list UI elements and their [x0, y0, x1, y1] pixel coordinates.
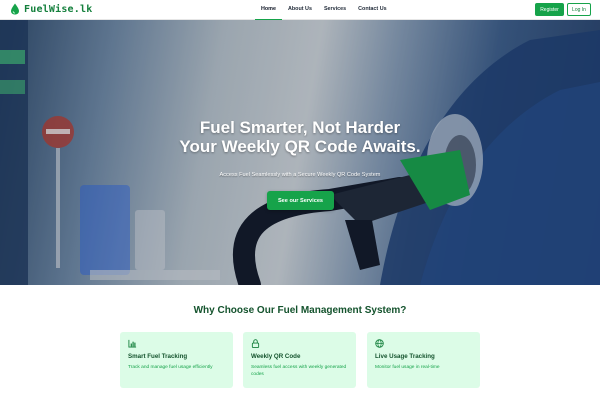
fuel-drop-logo-icon	[11, 3, 19, 15]
hero-title-line-1: Fuel Smarter, Not Harder	[199, 118, 401, 137]
nav-services[interactable]: Services	[318, 0, 352, 20]
feature-card-title: Weekly QR Code	[251, 353, 301, 360]
hero-section: Fuel Smarter, Not Harder Your Weekly QR …	[0, 20, 600, 285]
see-services-button[interactable]: See our Services	[267, 191, 334, 210]
hero-subtitle: Access Fuel Seamlessly with a Secure Wee…	[219, 172, 381, 178]
login-button[interactable]: Log In	[567, 3, 591, 16]
top-navbar: FuelWise.lk Home About Us Services Conta…	[0, 0, 600, 20]
feature-card-text: Monitor fuel usage in real-time	[375, 365, 440, 370]
feature-card-smart-fuel-tracking: Smart Fuel Tracking Track and manage fue…	[120, 332, 233, 388]
hero-title-line-2: Your Weekly QR Code Awaits.	[179, 137, 421, 156]
brand[interactable]: FuelWise.lk	[10, 3, 92, 15]
feature-card-title: Smart Fuel Tracking	[128, 353, 188, 360]
main-nav: Home About Us Services Contact Us	[255, 0, 393, 20]
nav-about-us[interactable]: About Us	[282, 0, 318, 20]
features-heading: Why Choose Our Fuel Management System?	[193, 305, 407, 316]
feature-card-title: Live Usage Tracking	[375, 353, 435, 360]
register-button[interactable]: Register	[535, 3, 564, 16]
bar-chart-icon	[128, 339, 137, 348]
globe-icon	[375, 339, 384, 348]
feature-card-text: Track and manage fuel usage efficiently	[128, 365, 213, 370]
feature-card-weekly-qr-code: Weekly QR Code Seamless fuel access with…	[243, 332, 356, 388]
feature-card-live-usage-tracking: Live Usage Tracking Monitor fuel usage i…	[367, 332, 480, 388]
brand-name: FuelWise.lk	[24, 3, 93, 15]
nav-contact-us[interactable]: Contact Us	[352, 0, 392, 20]
nav-home[interactable]: Home	[255, 0, 282, 20]
feature-card-text: Seamless fuel access with weekly generat…	[251, 365, 347, 377]
page: FuelWise.lk Home About Us Services Conta…	[0, 0, 600, 400]
lock-icon	[251, 339, 260, 348]
